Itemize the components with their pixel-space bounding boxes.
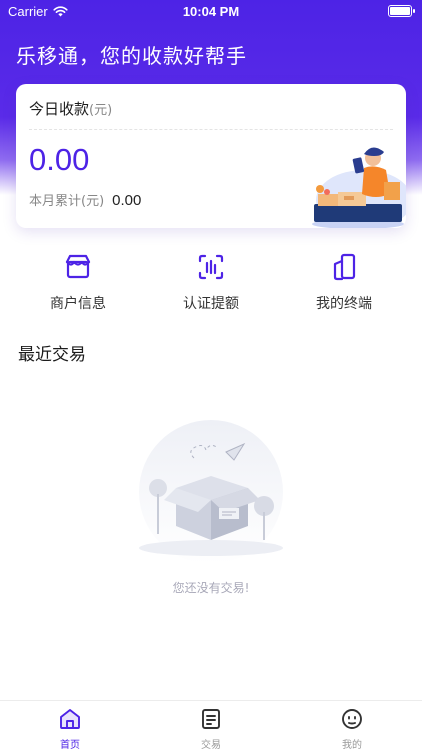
tab-home-label: 首页	[60, 740, 80, 750]
today-revenue-title: 今日收款(元)	[29, 98, 112, 119]
tab-profile-label: 我的	[342, 740, 362, 750]
verify-limit-button[interactable]: 认证提额	[151, 250, 271, 320]
today-revenue-unit: (元)	[89, 103, 113, 118]
transaction-list-icon	[202, 709, 220, 729]
bottom-tab-bar: 首页 交易 我的	[0, 700, 422, 750]
empty-box-illustration	[139, 420, 283, 564]
month-total-label: 本月累计(元)	[29, 194, 105, 209]
verify-limit-icon	[194, 250, 228, 284]
merchant-info-button[interactable]: 商户信息	[18, 250, 138, 320]
empty-transactions-text: 您还没有交易!	[172, 581, 250, 595]
my-terminal-button[interactable]: 我的终端	[284, 250, 404, 320]
home-icon	[60, 709, 80, 729]
status-time: 10:04 PM	[182, 4, 240, 19]
tab-profile[interactable]: 我的	[312, 707, 392, 750]
my-terminal-label: 我的终端	[316, 296, 372, 312]
recent-transactions-title: 最近交易	[18, 345, 86, 365]
card-divider	[29, 129, 393, 130]
verify-limit-label: 认证提额	[183, 296, 239, 312]
month-total-row: 本月累计(元) 0.00	[29, 190, 141, 209]
terminal-device-icon	[327, 250, 361, 284]
quick-actions: 商户信息 认证提额 我的终端	[0, 250, 422, 320]
merchant-info-label: 商户信息	[50, 296, 106, 312]
profile-face-icon	[342, 709, 362, 729]
month-total-value: 0.00	[112, 192, 142, 209]
battery-icon	[388, 5, 415, 17]
store-icon	[61, 250, 95, 284]
app-title: 乐移通，您的收款好帮手	[16, 44, 247, 68]
tab-transactions-label: 交易	[201, 740, 221, 750]
today-revenue-amount: 0.00	[29, 142, 90, 177]
merchant-illustration	[312, 147, 406, 228]
tab-home[interactable]: 首页	[30, 707, 110, 750]
status-bar: Carrier 10:04 PM	[0, 0, 422, 24]
today-revenue-card[interactable]: 今日收款(元) 0.00 本月累计(元) 0.00	[16, 84, 406, 228]
tab-transactions[interactable]: 交易	[171, 707, 251, 750]
today-revenue-label: 今日收款	[29, 100, 90, 118]
